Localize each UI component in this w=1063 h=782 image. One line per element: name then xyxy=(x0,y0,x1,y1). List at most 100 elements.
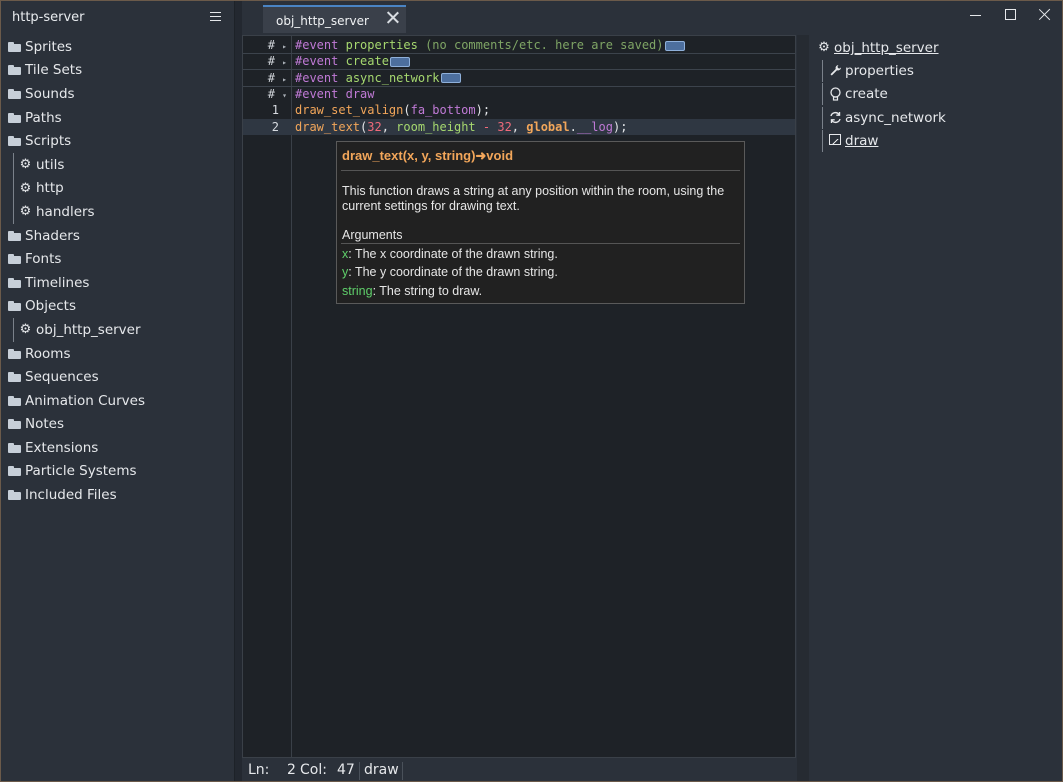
folder-icon xyxy=(8,372,21,383)
tooltip-divider xyxy=(341,170,740,171)
tree-item-http[interactable]: ⚙ http xyxy=(1,176,234,201)
folder-icon xyxy=(8,348,21,359)
sidebar-splitter[interactable] xyxy=(235,1,242,781)
tree-item-label: Rooms xyxy=(25,345,71,362)
code-token: . xyxy=(569,119,577,134)
event-header-row[interactable]: # ▾ #event draw xyxy=(243,86,795,102)
fold-gutter[interactable]: # ▸ xyxy=(243,70,287,88)
outline-event-label: create xyxy=(845,86,888,102)
folder-icon xyxy=(8,277,21,288)
function-help-tooltip: draw_text(x, y, string)➜void This functi… xyxy=(336,141,745,304)
outline-event-create[interactable]: create xyxy=(822,83,888,105)
tree-item-label: Sounds xyxy=(25,85,75,102)
hamburger-menu-icon[interactable] xyxy=(210,12,221,21)
tree-item-label: Animation Curves xyxy=(25,392,145,409)
tree-item-label: Notes xyxy=(25,416,64,433)
event-header-row[interactable]: # ▸ #event async_network xyxy=(243,70,795,87)
tree-item-particle-systems[interactable]: Particle Systems xyxy=(1,460,234,484)
outline-event-async-network[interactable]: async_network xyxy=(822,107,946,129)
tree-item-rooms[interactable]: Rooms xyxy=(1,342,234,366)
outline-event-properties[interactable]: properties xyxy=(822,60,914,82)
argument-name: string xyxy=(342,284,373,298)
tree-item-label: Objects xyxy=(25,298,77,315)
gutter-divider xyxy=(291,36,292,757)
status-line-label: Ln: xyxy=(248,762,270,778)
folder-icon xyxy=(8,395,21,406)
fold-gutter[interactable]: # ▸ xyxy=(243,53,287,71)
tree-item-label: Sprites xyxy=(25,38,73,55)
tree-item-scripts[interactable]: Scripts xyxy=(1,129,234,153)
folder-icon xyxy=(8,301,21,312)
code-token: , xyxy=(511,119,527,134)
minimize-icon[interactable] xyxy=(968,7,984,23)
line-number: 1 xyxy=(271,103,279,118)
argument-text: : The x coordinate of the drawn string. xyxy=(348,247,558,261)
event-marker: # xyxy=(267,38,275,52)
tree-item-label: Extensions xyxy=(25,439,99,456)
event-name: create xyxy=(345,54,389,69)
event-keyword: #event xyxy=(295,54,339,69)
tree-item-label: http xyxy=(36,180,64,197)
outline-root-label: obj_http_server xyxy=(834,40,939,56)
code-token: 32 xyxy=(497,119,512,134)
resource-tree-panel: http-server Sprites Tile Sets Sounds Paths S… xyxy=(1,1,235,781)
event-outline-panel: ⚙ obj_http_server properties create asyn… xyxy=(810,35,1062,781)
code-token: , xyxy=(381,119,397,134)
tree-item-label: utils xyxy=(36,156,65,173)
folder-icon xyxy=(8,254,21,265)
folded-region-badge[interactable] xyxy=(389,56,410,67)
folded-region-badge[interactable] xyxy=(664,40,685,51)
tree-item-paths[interactable]: Paths xyxy=(1,106,234,130)
resource-tree: Sprites Tile Sets Sounds Paths Scripts ⚙ utils… xyxy=(1,35,234,507)
tree-item-label: obj_http_server xyxy=(36,321,141,338)
tree-item-included-files[interactable]: Included Files xyxy=(1,483,234,507)
fold-gutter[interactable]: # ▸ xyxy=(243,37,287,55)
code-token: fa_bottom xyxy=(410,103,476,118)
folded-region-badge[interactable] xyxy=(440,73,461,84)
tree-item-animation-curves[interactable]: Animation Curves xyxy=(1,389,234,413)
code-line[interactable]: 1 draw_set_valign(fa_bottom); xyxy=(243,102,795,118)
outline-event-draw[interactable]: draw xyxy=(822,130,878,152)
image-icon xyxy=(828,134,842,148)
tree-item-handlers[interactable]: ⚙ handlers xyxy=(1,200,234,224)
line-number: 2 xyxy=(271,119,279,134)
code-token: - xyxy=(475,119,498,134)
folder-icon xyxy=(8,112,21,123)
tab-label: obj_http_server xyxy=(276,14,369,28)
wrench-icon xyxy=(828,64,842,78)
tree-item-shaders[interactable]: Shaders xyxy=(1,224,234,248)
code-line[interactable]: 2 draw_text(32, room_height - 32, global.… xyxy=(243,118,795,135)
gear-icon: ⚙ xyxy=(818,40,830,55)
tree-item-sequences[interactable]: Sequences xyxy=(1,365,234,389)
tree-item-timelines[interactable]: Timelines xyxy=(1,271,234,295)
tab-bar: obj_http_server xyxy=(242,1,1062,33)
tooltip-argument: string: The string to draw. xyxy=(342,284,482,298)
tree-item-sprites[interactable]: Sprites xyxy=(1,35,234,59)
event-comment: (no comments/etc. here are saved) xyxy=(425,38,664,52)
tree-item-extensions[interactable]: Extensions xyxy=(1,436,234,460)
code-token: ); xyxy=(475,103,491,118)
code-token: 32 xyxy=(367,119,382,134)
tab-obj-http-server[interactable]: obj_http_server xyxy=(263,5,406,33)
tree-item-utils[interactable]: ⚙ utils xyxy=(1,152,234,177)
fold-gutter[interactable]: # ▾ xyxy=(243,86,287,104)
tree-item-notes[interactable]: Notes xyxy=(1,413,234,437)
tree-item-fonts[interactable]: Fonts xyxy=(1,247,234,271)
outline-splitter[interactable] xyxy=(797,35,809,781)
tree-item-objects[interactable]: Objects xyxy=(1,295,234,319)
event-header-row[interactable]: # ▸ #event create xyxy=(243,53,795,71)
tree-item-label: Paths xyxy=(25,109,62,126)
outline-root-object[interactable]: ⚙ obj_http_server xyxy=(817,37,939,59)
maximize-icon[interactable] xyxy=(1003,7,1019,23)
tree-item-obj-http-server[interactable]: ⚙ obj_http_server xyxy=(1,318,234,342)
tree-item-tile-sets[interactable]: Tile Sets xyxy=(1,59,234,83)
tree-item-sounds[interactable]: Sounds xyxy=(1,82,234,106)
event-header-row[interactable]: # ▸ #event properties (no comments/etc. he… xyxy=(243,37,795,54)
gear-icon: ⚙ xyxy=(19,180,32,196)
tree-item-label: Included Files xyxy=(25,487,117,504)
folder-icon xyxy=(8,490,21,501)
status-bar: Ln: 2 Col: 47 draw xyxy=(242,760,796,781)
status-column-label: Col: xyxy=(300,762,327,778)
close-tab-icon[interactable] xyxy=(386,10,400,24)
window-close-icon[interactable] xyxy=(1037,7,1053,23)
